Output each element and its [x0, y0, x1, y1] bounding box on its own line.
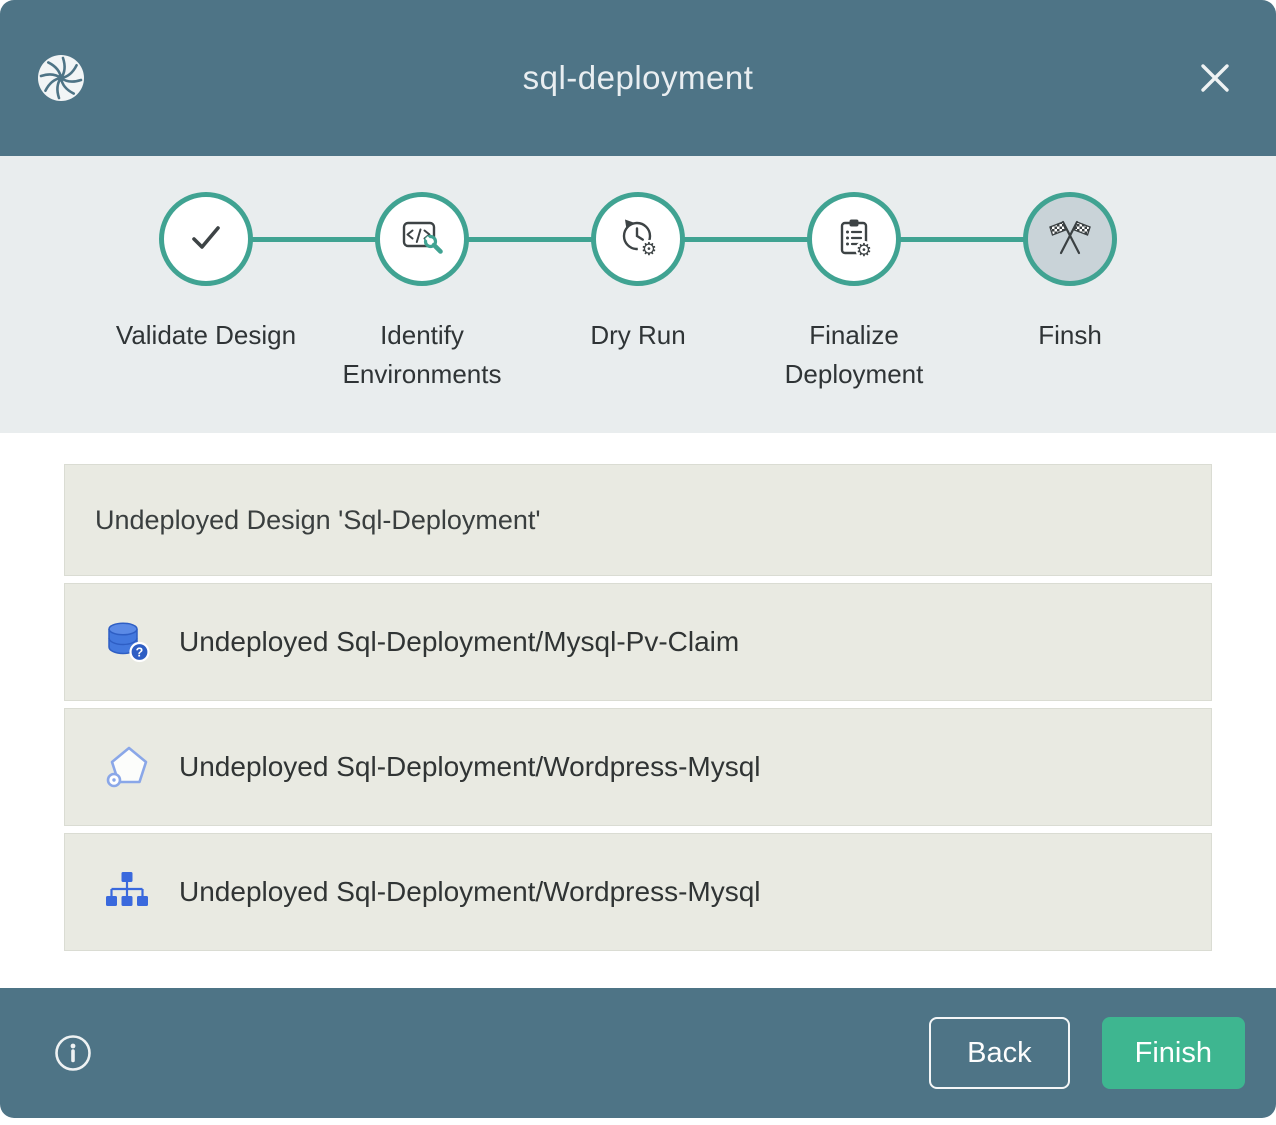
close-button[interactable] [1197, 60, 1233, 96]
result-text: Undeployed Sql-Deployment/Wordpress-Mysq… [179, 876, 761, 908]
svg-text:⚙: ⚙ [641, 239, 657, 260]
step-finish[interactable]: Finsh [962, 156, 1178, 394]
info-button[interactable] [52, 1032, 94, 1074]
step-dry-run[interactable]: ⚙ Dry Run [530, 156, 746, 394]
clipboard-gear-icon: ⚙ [831, 214, 877, 265]
modal-title: sql-deployment [0, 59, 1276, 97]
info-icon [52, 1062, 94, 1077]
modal-footer: Back Finish [0, 988, 1276, 1118]
deployment-results-panel: Undeployed Design 'Sql-Deployment' ? Und… [64, 464, 1212, 951]
step-circle [159, 192, 253, 286]
svg-text:?: ? [136, 646, 144, 660]
results-area: Undeployed Design 'Sql-Deployment' ? Und… [0, 433, 1276, 988]
step-circle: ⚙ [807, 192, 901, 286]
check-icon [183, 214, 229, 265]
finish-button[interactable]: Finish [1102, 1017, 1245, 1089]
step-label: Validate Design [116, 316, 296, 355]
step-validate-design[interactable]: Validate Design [98, 156, 314, 394]
history-gear-icon: ⚙ [615, 214, 661, 265]
step-circle: ⚙ [591, 192, 685, 286]
result-row: Undeployed Sql-Deployment/Wordpress-Mysq… [64, 833, 1212, 951]
database-icon: ? [101, 616, 153, 668]
step-circle [375, 192, 469, 286]
service-tree-icon [101, 866, 153, 918]
close-icon [1197, 84, 1233, 99]
wizard-stepper: Validate Design [0, 156, 1276, 433]
svg-text:⚙: ⚙ [856, 240, 872, 260]
step-label: Finsh [1038, 316, 1102, 355]
step-finalize-deployment[interactable]: ⚙ Finalize Deployment [746, 156, 962, 394]
back-button[interactable]: Back [929, 1017, 1069, 1089]
pod-pentagon-icon [101, 741, 153, 793]
checkered-flags-icon [1047, 214, 1093, 265]
step-identify-environments[interactable]: Identify Environments [314, 156, 530, 394]
design-result-header: Undeployed Design 'Sql-Deployment' [64, 464, 1212, 576]
step-circle [1023, 192, 1117, 286]
result-text: Undeployed Sql-Deployment/Wordpress-Mysq… [179, 751, 761, 783]
modal-header: sql-deployment [0, 0, 1276, 156]
step-label: Dry Run [590, 316, 685, 355]
result-row: Undeployed Sql-Deployment/Wordpress-Mysq… [64, 708, 1212, 826]
deployment-wizard-modal: sql-deployment [0, 0, 1276, 1118]
design-result-text: Undeployed Design 'Sql-Deployment' [95, 505, 541, 536]
result-row: ? Undeployed Sql-Deployment/Mysql-Pv-Cla… [64, 583, 1212, 701]
step-label: Identify Environments [330, 316, 515, 394]
result-text: Undeployed Sql-Deployment/Mysql-Pv-Claim [179, 626, 739, 658]
code-wrench-icon [399, 214, 445, 265]
step-label: Finalize Deployment [762, 316, 947, 394]
